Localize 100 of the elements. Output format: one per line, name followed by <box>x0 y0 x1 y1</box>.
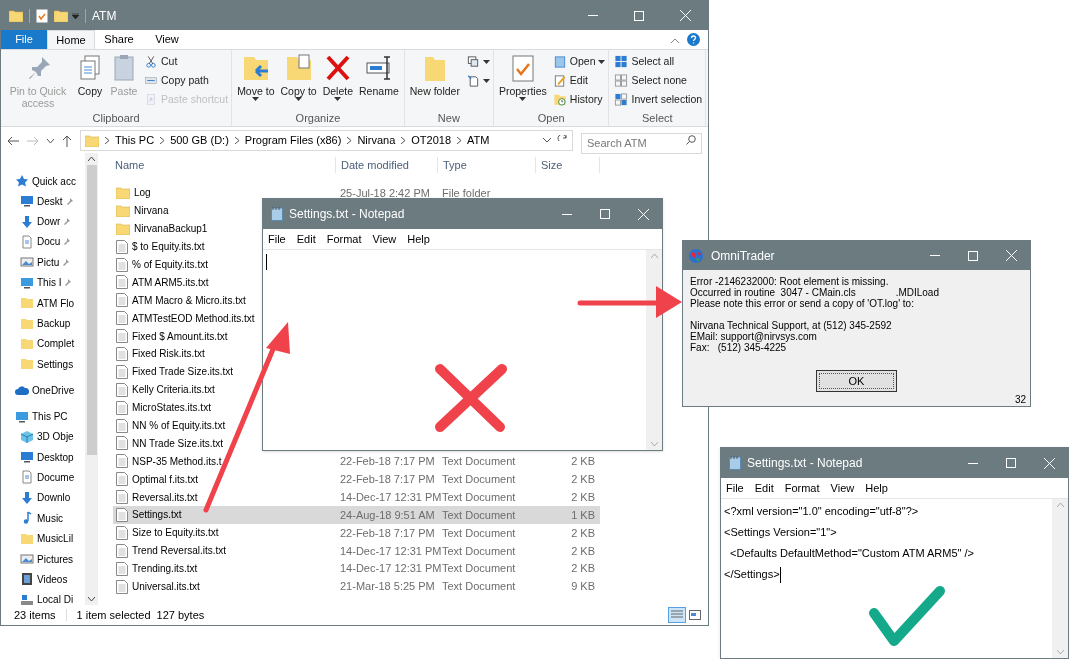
nav-item[interactable]: Docu <box>1 231 85 253</box>
nav-item[interactable]: ATM Flo <box>1 292 85 314</box>
ribbon-button[interactable]: Delete <box>320 53 356 101</box>
nav-item[interactable]: Dowr <box>1 211 85 232</box>
ok-button[interactable]: OK <box>816 370 897 392</box>
tiles-view-button[interactable] <box>686 607 704 623</box>
collapse-icon[interactable] <box>671 38 679 43</box>
nav-item[interactable]: Music <box>1 508 85 529</box>
ribbon-tab[interactable]: File <box>1 30 47 49</box>
menu-item[interactable]: Help <box>407 230 430 248</box>
ribbon-button[interactable] <box>465 54 490 70</box>
breadcrumb[interactable]: ATM <box>467 132 490 149</box>
ribbon-button[interactable]: Rename <box>357 53 401 97</box>
scrollbar[interactable] <box>646 250 662 450</box>
menu-item[interactable]: Format <box>326 230 362 248</box>
column-header[interactable]: Date modified <box>335 156 437 174</box>
ribbon-tab[interactable]: Share <box>95 30 143 49</box>
file-row[interactable]: Reversal.its.txt 14-Dec-17 12:31 PMText Document 2 KB <box>113 488 600 507</box>
file-row[interactable]: Kelly Criteria.its.txt <box>113 380 259 399</box>
column-header[interactable]: Size <box>535 156 600 174</box>
nav-item[interactable]: 3D Obje <box>1 426 85 447</box>
file-row[interactable]: ATM Macro & Micro.its.txt <box>113 291 259 310</box>
nav-item[interactable]: Quick acc <box>1 171 85 191</box>
menu-item[interactable]: View <box>372 230 397 248</box>
breadcrumb[interactable]: 500 GB (D:) <box>170 132 229 149</box>
file-row[interactable]: NirvanaBackup1 <box>113 219 259 238</box>
breadcrumb[interactable]: This PC <box>115 132 155 149</box>
file-row[interactable]: NN % of Equity.its.txt <box>113 416 259 435</box>
caret-icon[interactable] <box>47 138 54 143</box>
nav-item[interactable]: This I <box>1 272 85 293</box>
file-row[interactable]: Trend Reversal.its.txt 14-Dec-17 12:31 PMText Document 2 KB <box>113 541 600 560</box>
menu-item[interactable]: Edit <box>296 230 316 248</box>
ribbon-tab[interactable]: View <box>143 30 191 49</box>
file-row[interactable]: ATM ARM5.its.txt <box>113 273 259 292</box>
breadcrumb[interactable]: Program Files (x86) <box>244 132 342 149</box>
ribbon-button[interactable]: Open <box>552 54 606 70</box>
file-row[interactable]: Settings.txt 24-Aug-18 9:51 AM Text Document 1 KB <box>113 506 600 524</box>
ribbon-button[interactable]: Cut <box>144 54 229 70</box>
column-header[interactable]: Type <box>437 156 535 174</box>
menu-item[interactable]: Help <box>865 479 888 497</box>
ribbon-button[interactable]: New folder <box>407 53 462 97</box>
file-row[interactable]: Nirvana <box>113 201 259 220</box>
ribbon-button[interactable]: Invert selection <box>614 92 703 108</box>
menu-item[interactable]: File <box>726 479 744 497</box>
menu-item[interactable]: Format <box>784 479 820 497</box>
nav-item[interactable]: Docume <box>1 467 85 488</box>
ribbon-tab[interactable]: Home <box>47 30 95 49</box>
up-icon[interactable] <box>62 134 72 147</box>
nav-item[interactable]: Backup <box>1 313 85 334</box>
file-row[interactable]: ATMTestEOD Method.its.txt <box>113 309 259 328</box>
menu-item[interactable]: Edit <box>754 479 774 497</box>
column-header[interactable]: Name <box>113 156 335 174</box>
file-row[interactable]: Fixed $ Amount.its.txt <box>113 327 259 345</box>
search-field[interactable]: Search ATM <box>581 132 702 154</box>
back-icon[interactable] <box>7 135 19 146</box>
ribbon-button[interactable]: Move to <box>235 53 277 101</box>
scrollbar[interactable] <box>85 153 98 605</box>
file-row[interactable]: $ to Equity.its.txt <box>113 237 259 256</box>
ribbon-button[interactable]: Select none <box>614 73 703 89</box>
ribbon-button[interactable]: Copy <box>74 53 106 97</box>
properties-icon[interactable] <box>36 8 48 23</box>
caret-icon[interactable] <box>72 12 79 19</box>
menu-item[interactable]: File <box>268 230 286 248</box>
breadcrumb[interactable]: Nirvana <box>357 132 396 149</box>
nav-item[interactable]: Settings <box>1 354 85 375</box>
ribbon-button[interactable] <box>465 73 490 89</box>
nav-item[interactable]: Deskt <box>1 191 85 212</box>
nav-item[interactable]: This PC <box>1 406 85 427</box>
ribbon-button[interactable]: Copy path <box>144 73 229 89</box>
file-row[interactable]: MicroStates.its.txt <box>113 398 259 417</box>
file-row[interactable]: NN Trade Size.its.txt <box>113 434 259 453</box>
file-row[interactable]: Trending.its.txt 14-Dec-17 12:31 PMText Document 2 KB <box>113 559 600 578</box>
nav-item[interactable]: Videos <box>1 569 85 590</box>
menu-item[interactable]: View <box>830 479 855 497</box>
file-row[interactable]: % of Equity.its.txt <box>113 255 259 274</box>
nav-item[interactable]: Complet <box>1 333 85 355</box>
file-row[interactable]: Optimal f.its.txt 22-Feb-18 7:17 PM Text Document 2 KB <box>113 470 600 489</box>
ribbon-button[interactable]: Edit <box>552 73 606 89</box>
file-row[interactable]: Fixed Risk.its.txt <box>113 345 259 363</box>
caret-icon[interactable] <box>543 138 551 143</box>
nav-item[interactable]: Downlo <box>1 487 85 509</box>
nav-item[interactable]: OneDrive <box>1 380 85 401</box>
file-row[interactable]: Size to Equity.its.txt 22-Feb-18 7:17 PM Text Document 2 KB <box>113 523 600 542</box>
file-row[interactable]: Fixed Trade Size.its.txt <box>113 362 259 381</box>
address-bar[interactable]: This PC 500 GB (D:) Program Files (x86) Nirvana OT2018 ATM <box>80 130 573 151</box>
nav-item[interactable]: MusicLil <box>1 528 85 549</box>
ribbon-button[interactable]: Select all <box>614 54 703 70</box>
file-row[interactable]: Universal.its.txt 21-Mar-18 5:25 PM Text Document 9 KB <box>113 577 600 596</box>
nav-item[interactable]: Pictures <box>1 548 85 570</box>
nav-item[interactable]: Desktop <box>1 446 85 468</box>
scrollbar[interactable] <box>1052 499 1068 658</box>
text-area[interactable]: <?xml version="1.0" encoding="utf-8"?> <Settings Version="1"> <Defaults DefaultMethod="Custom ATM ARM5" /> </Settings> <box>721 499 1052 658</box>
help-icon[interactable] <box>687 33 700 46</box>
file-row[interactable]: NSP-35 Method.its.t 22-Feb-18 7:17 PM Text Document 2 KB <box>113 452 600 471</box>
nav-item[interactable]: Pictu <box>1 252 85 273</box>
ribbon-button[interactable]: History <box>552 92 606 108</box>
file-row[interactable]: Log 25-Jul-18 2:42 PM File folder <box>113 184 600 202</box>
ribbon-button[interactable]: Copy to <box>278 53 319 101</box>
breadcrumb[interactable]: OT2018 <box>411 132 452 149</box>
ribbon-button[interactable]: Properties <box>496 53 549 101</box>
